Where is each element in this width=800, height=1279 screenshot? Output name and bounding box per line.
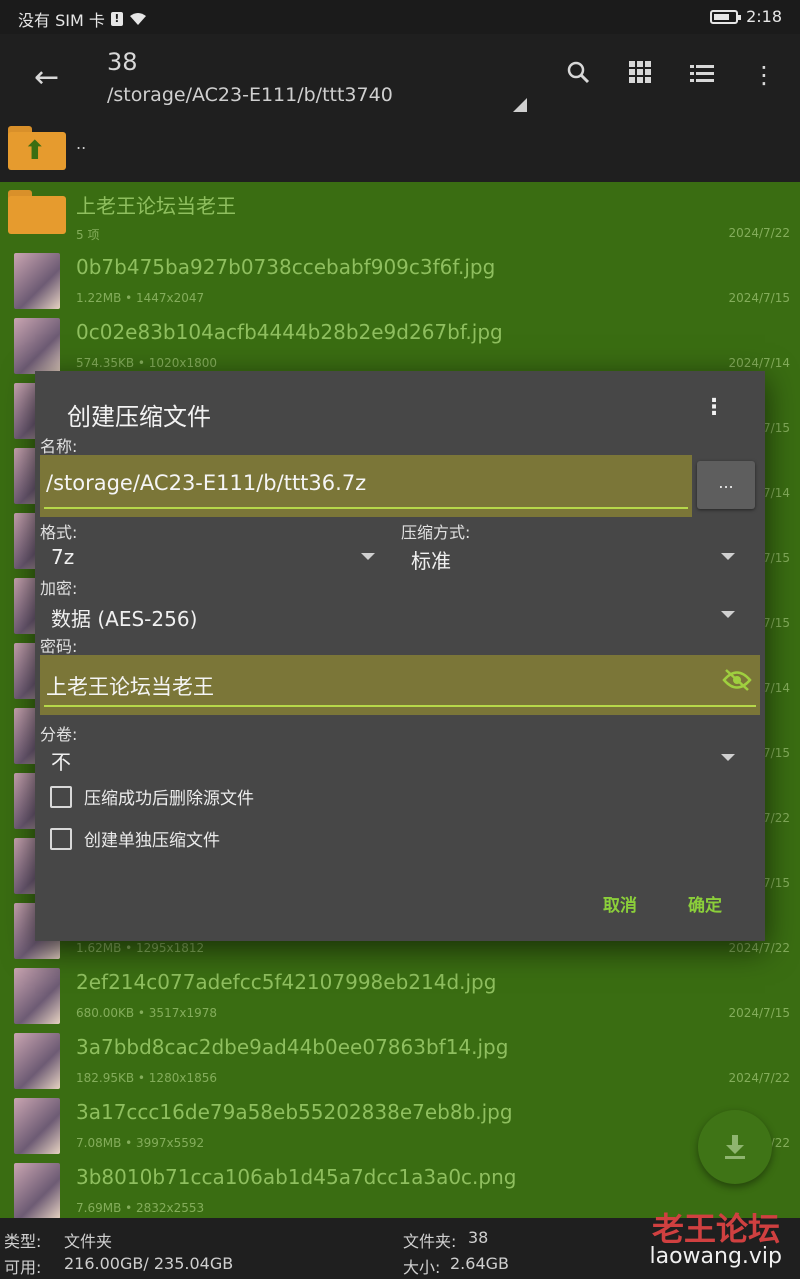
ok-button[interactable]: 确定 (688, 891, 722, 916)
separate-archive-checkbox[interactable]: 创建单独压缩文件 (50, 826, 220, 851)
chevron-down-icon (721, 611, 735, 618)
image-thumbnail (14, 1163, 60, 1218)
checkbox-icon[interactable] (50, 827, 72, 850)
file-meta: 680.00KB • 3517x1978 (76, 1006, 217, 1020)
dialog-more-icon[interactable]: ⋮ (703, 395, 725, 420)
image-thumbnail (14, 318, 60, 374)
image-thumbnail (14, 1033, 60, 1089)
file-meta: 1.22MB • 1447x2047 (76, 291, 205, 305)
file-row[interactable]: 2ef214c077adefcc5f42107998eb214d.jpg 680.… (0, 962, 800, 1027)
status-bar: 没有 SIM 卡 ! 2:18 (0, 0, 800, 34)
file-meta: 5 项 (76, 228, 100, 242)
folder-count-value: 38 (468, 1228, 489, 1247)
file-row[interactable]: 3a17ccc16de79a58eb55202838e7eb8b.jpg 7.08… (0, 1092, 800, 1157)
format-value: 7z (51, 545, 75, 569)
password-value: 上老王论坛当老王 (46, 675, 214, 699)
encryption-select[interactable]: 数据 (AES-256) (51, 599, 735, 633)
compression-value: 标准 (411, 549, 451, 573)
file-date: 2024/7/15 (728, 291, 790, 305)
split-value: 不 (51, 750, 71, 774)
parent-directory-row[interactable]: ⬆ .. (0, 120, 800, 182)
file-name: 3a17ccc16de79a58eb55202838e7eb8b.jpg (76, 1100, 513, 1124)
delete-source-checkbox[interactable]: 压缩成功后删除源文件 (50, 784, 254, 809)
file-name: 0c02e83b104acfb4444b28b2e9d267bf.jpg (76, 320, 503, 344)
chevron-down-icon (721, 754, 735, 761)
back-arrow-icon[interactable]: ← (34, 60, 59, 95)
download-fab[interactable] (698, 1110, 772, 1184)
folder-count-title: 38 (107, 48, 138, 76)
wifi-icon (129, 13, 146, 25)
image-thumbnail (14, 253, 60, 309)
browse-button[interactable]: ... (697, 461, 755, 509)
file-meta: 7.69MB • 2832x2553 (76, 1201, 205, 1215)
clock: 2:18 (746, 7, 782, 26)
free-space-label: 可用: (4, 1258, 42, 1277)
chevron-down-icon (721, 553, 735, 560)
password-label: 密码: (40, 637, 78, 656)
file-date: 2024/7/15 (728, 1006, 790, 1020)
checkbox-icon[interactable] (50, 785, 72, 808)
file-meta: 7.08MB • 3997x5592 (76, 1136, 205, 1150)
file-name: 2ef214c077adefcc5f42107998eb214d.jpg (76, 970, 497, 994)
file-date: 2024/7/22 (728, 226, 790, 240)
battery-icon (710, 9, 742, 24)
image-thumbnail (14, 968, 60, 1024)
search-icon[interactable] (566, 60, 590, 90)
create-archive-dialog: 创建压缩文件 ⋮ 名称: /storage/AC23-E111/b/ttt36.… (35, 371, 765, 941)
chevron-down-icon (361, 553, 375, 560)
file-date: 2024/7/14 (728, 356, 790, 370)
size-value: 2.64GB (450, 1254, 509, 1273)
path-dropdown-indicator[interactable] (513, 98, 527, 112)
sim-alert-icon: ! (110, 12, 123, 26)
type-value: 文件夹 (64, 1232, 113, 1251)
file-meta: 574.35KB • 1020x1800 (76, 356, 217, 370)
archive-name-field[interactable]: /storage/AC23-E111/b/ttt36.7z (40, 455, 692, 517)
delete-source-label: 压缩成功后删除源文件 (84, 789, 254, 809)
file-name: 上老王论坛当老王 (76, 194, 236, 218)
folder-icon (8, 190, 66, 234)
file-date: 2024/7/22 (728, 1071, 790, 1085)
file-date: 2024/7/22 (728, 941, 790, 955)
free-space-value: 216.00GB/ 235.04GB (64, 1254, 234, 1273)
compression-select[interactable]: 标准 (411, 541, 735, 575)
image-thumbnail (14, 1098, 60, 1154)
format-select[interactable]: 7z (51, 541, 375, 575)
more-vert-icon[interactable]: ⋮ (752, 61, 776, 89)
encryption-value: 数据 (AES-256) (51, 607, 198, 631)
dialog-title: 创建压缩文件 (67, 403, 211, 431)
format-label: 格式: (40, 523, 78, 542)
compression-label: 压缩方式: (401, 523, 471, 542)
grid-view-icon[interactable] (628, 61, 652, 89)
file-row[interactable]: 0c02e83b104acfb4444b28b2e9d267bf.jpg 574.… (0, 312, 800, 377)
folder-up-icon: ⬆ (8, 126, 66, 170)
encryption-label: 加密: (40, 579, 78, 598)
file-meta: 182.95KB • 1280x1856 (76, 1071, 217, 1085)
list-view-icon[interactable] (690, 61, 714, 89)
folder-count-label: 文件夹: (403, 1232, 457, 1251)
parent-directory-label: .. (76, 134, 87, 153)
carrier-text: 没有 SIM 卡 (18, 11, 105, 30)
split-volume-select[interactable]: 不 (51, 742, 735, 776)
file-row[interactable]: 0b7b475ba927b0738ccebabf909c3f6f.jpg 1.22… (0, 247, 800, 312)
cancel-button[interactable]: 取消 (603, 891, 637, 916)
name-label: 名称: (40, 437, 78, 456)
current-path[interactable]: /storage/AC23-E111/b/ttt3740 (107, 84, 393, 106)
file-name: 3b8010b71cca106ab1d45a7dcc1a3a0c.png (76, 1165, 517, 1189)
password-field[interactable]: 上老王论坛当老王 (40, 655, 760, 715)
file-name: 3a7bbd8cac2dbe9ad44b0ee07863bf14.jpg (76, 1035, 509, 1059)
type-label: 类型: (4, 1232, 42, 1251)
folder-row[interactable]: 上老王论坛当老王 5 项 2024/7/22 (0, 182, 800, 247)
app-bar: ← 38 /storage/AC23-E111/b/ttt3740 ⋮ (0, 34, 800, 120)
file-name: 0b7b475ba927b0738ccebabf909c3f6f.jpg (76, 255, 496, 279)
archive-name-value: /storage/AC23-E111/b/ttt36.7z (46, 471, 367, 495)
file-meta: 1.62MB • 1295x1812 (76, 941, 205, 955)
separate-archive-label: 创建单独压缩文件 (84, 831, 220, 851)
size-label: 大小: (403, 1258, 441, 1277)
visibility-off-icon[interactable] (722, 669, 752, 697)
file-row[interactable]: 3a7bbd8cac2dbe9ad44b0ee07863bf14.jpg 182.… (0, 1027, 800, 1092)
watermark-domain: laowang.vip (649, 1244, 782, 1269)
